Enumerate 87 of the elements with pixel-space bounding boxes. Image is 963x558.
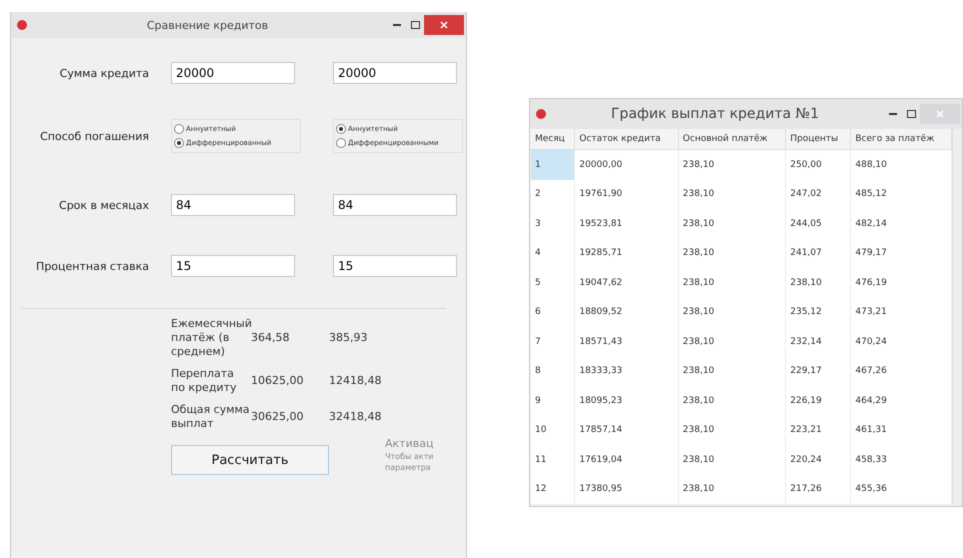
table-cell: 7: [531, 326, 575, 356]
table-cell: 19285,71: [574, 238, 678, 268]
table-cell: 19761,90: [574, 180, 678, 210]
table-cell: 217,26: [786, 474, 851, 504]
result-label: Ежемесячный платёж (в среднем): [171, 317, 251, 359]
table-cell: 238,10: [678, 180, 786, 210]
table-cell: 235,12: [786, 297, 851, 327]
table-cell: 5: [531, 268, 575, 298]
input-field[interactable]: 84: [171, 194, 295, 216]
table-cell: 247,02: [786, 180, 851, 210]
input-field[interactable]: 84: [333, 194, 457, 216]
table-cell: 19047,62: [574, 268, 678, 298]
table-cell: 226,19: [786, 386, 851, 416]
table-cell: 6: [531, 297, 575, 327]
table-cell: 238,10: [786, 268, 851, 298]
column-header[interactable]: Проценты: [786, 129, 851, 150]
table-cell: 238,10: [678, 415, 786, 445]
table-cell: 238,10: [678, 356, 786, 386]
table-cell: 238,10: [678, 326, 786, 356]
table-cell: 241,07: [786, 238, 851, 268]
result-label: Переплата по кредиту: [171, 367, 238, 395]
table-cell: 238,10: [678, 444, 786, 474]
maximize-icon: [906, 110, 916, 118]
table-cell: 244,05: [786, 209, 851, 239]
field-label: Способ погашения: [39, 130, 149, 142]
table-cell: 9: [531, 386, 575, 416]
input-field[interactable]: 15: [171, 255, 295, 277]
field-label: Срок в месяцах: [58, 198, 149, 212]
minimize-icon: [889, 113, 897, 115]
table-cell: 18809,52: [574, 297, 678, 327]
table-cell: 18095,23: [574, 386, 678, 416]
table-cell: 20000,00: [574, 150, 678, 180]
column-header[interactable]: Основной платёж: [678, 129, 786, 150]
column-header[interactable]: Всего за платёж: [850, 129, 952, 150]
table-cell: 238,10: [678, 150, 786, 180]
table-cell: 10: [531, 415, 575, 445]
close-icon: [440, 21, 448, 29]
result-value: 12418,48: [329, 374, 382, 388]
result-value: 32418,48: [329, 410, 382, 424]
app-icon: [536, 109, 546, 119]
table-cell: 238,10: [678, 297, 786, 327]
table-cell: 238,10: [678, 209, 786, 239]
table-cell: 3: [531, 209, 575, 239]
table-cell: 223,21: [786, 415, 851, 445]
calculate-button[interactable]: Рассчитать: [171, 445, 329, 475]
app-icon: [17, 20, 27, 30]
table-cell: 1: [531, 150, 575, 180]
table-cell: 220,24: [786, 444, 851, 474]
activation-notice-text: Чтобы акти: [385, 451, 434, 462]
result-value: 30625,00: [251, 410, 304, 424]
minimize-icon: [393, 24, 401, 26]
table-cell: 19523,81: [574, 209, 678, 239]
column-header[interactable]: Месяц: [531, 129, 575, 150]
table-cell: 229,17: [786, 356, 851, 386]
window-title: График выплат кредита №1: [610, 106, 820, 122]
table-cell: 8: [531, 356, 575, 386]
table-cell: 17380,95: [574, 474, 678, 504]
field-label: Сумма кредита: [58, 66, 149, 80]
table-cell: 4: [531, 238, 575, 268]
table-cell: 2: [531, 180, 575, 210]
result-value: 10625,00: [251, 374, 304, 388]
activation-notice-text: параметра: [385, 462, 432, 473]
table-cell: 18571,43: [574, 326, 678, 356]
field-label: Процентная ставка: [35, 260, 149, 272]
result-label: Общая сумма выплат: [171, 403, 251, 431]
result-value: 385,93: [329, 331, 368, 345]
input-field[interactable]: 20000: [171, 62, 295, 84]
input-field[interactable]: 20000: [333, 62, 457, 84]
maximize-icon: [410, 21, 420, 29]
table-cell: 12: [531, 474, 575, 504]
table-cell: 238,10: [678, 238, 786, 268]
table-cell: 238,10: [678, 474, 786, 504]
close-icon: [936, 110, 944, 118]
window-title: Сравнение кредитов: [146, 18, 270, 32]
table-cell: 17857,14: [574, 415, 678, 445]
column-header[interactable]: Остаток кредита: [574, 129, 678, 150]
table-cell: 11: [531, 444, 575, 474]
table-cell: 238,10: [678, 268, 786, 298]
result-value: 364,58: [251, 331, 290, 345]
input-field[interactable]: 15: [333, 255, 457, 277]
table-cell: 18333,33: [574, 356, 678, 386]
scrollbar[interactable]: [952, 129, 961, 504]
table-cell: 17619,04: [574, 444, 678, 474]
activation-notice-text: Активац: [385, 437, 434, 451]
table-cell: 238,10: [678, 386, 786, 416]
table-cell: 232,14: [786, 326, 851, 356]
table-cell: 250,00: [786, 150, 851, 180]
